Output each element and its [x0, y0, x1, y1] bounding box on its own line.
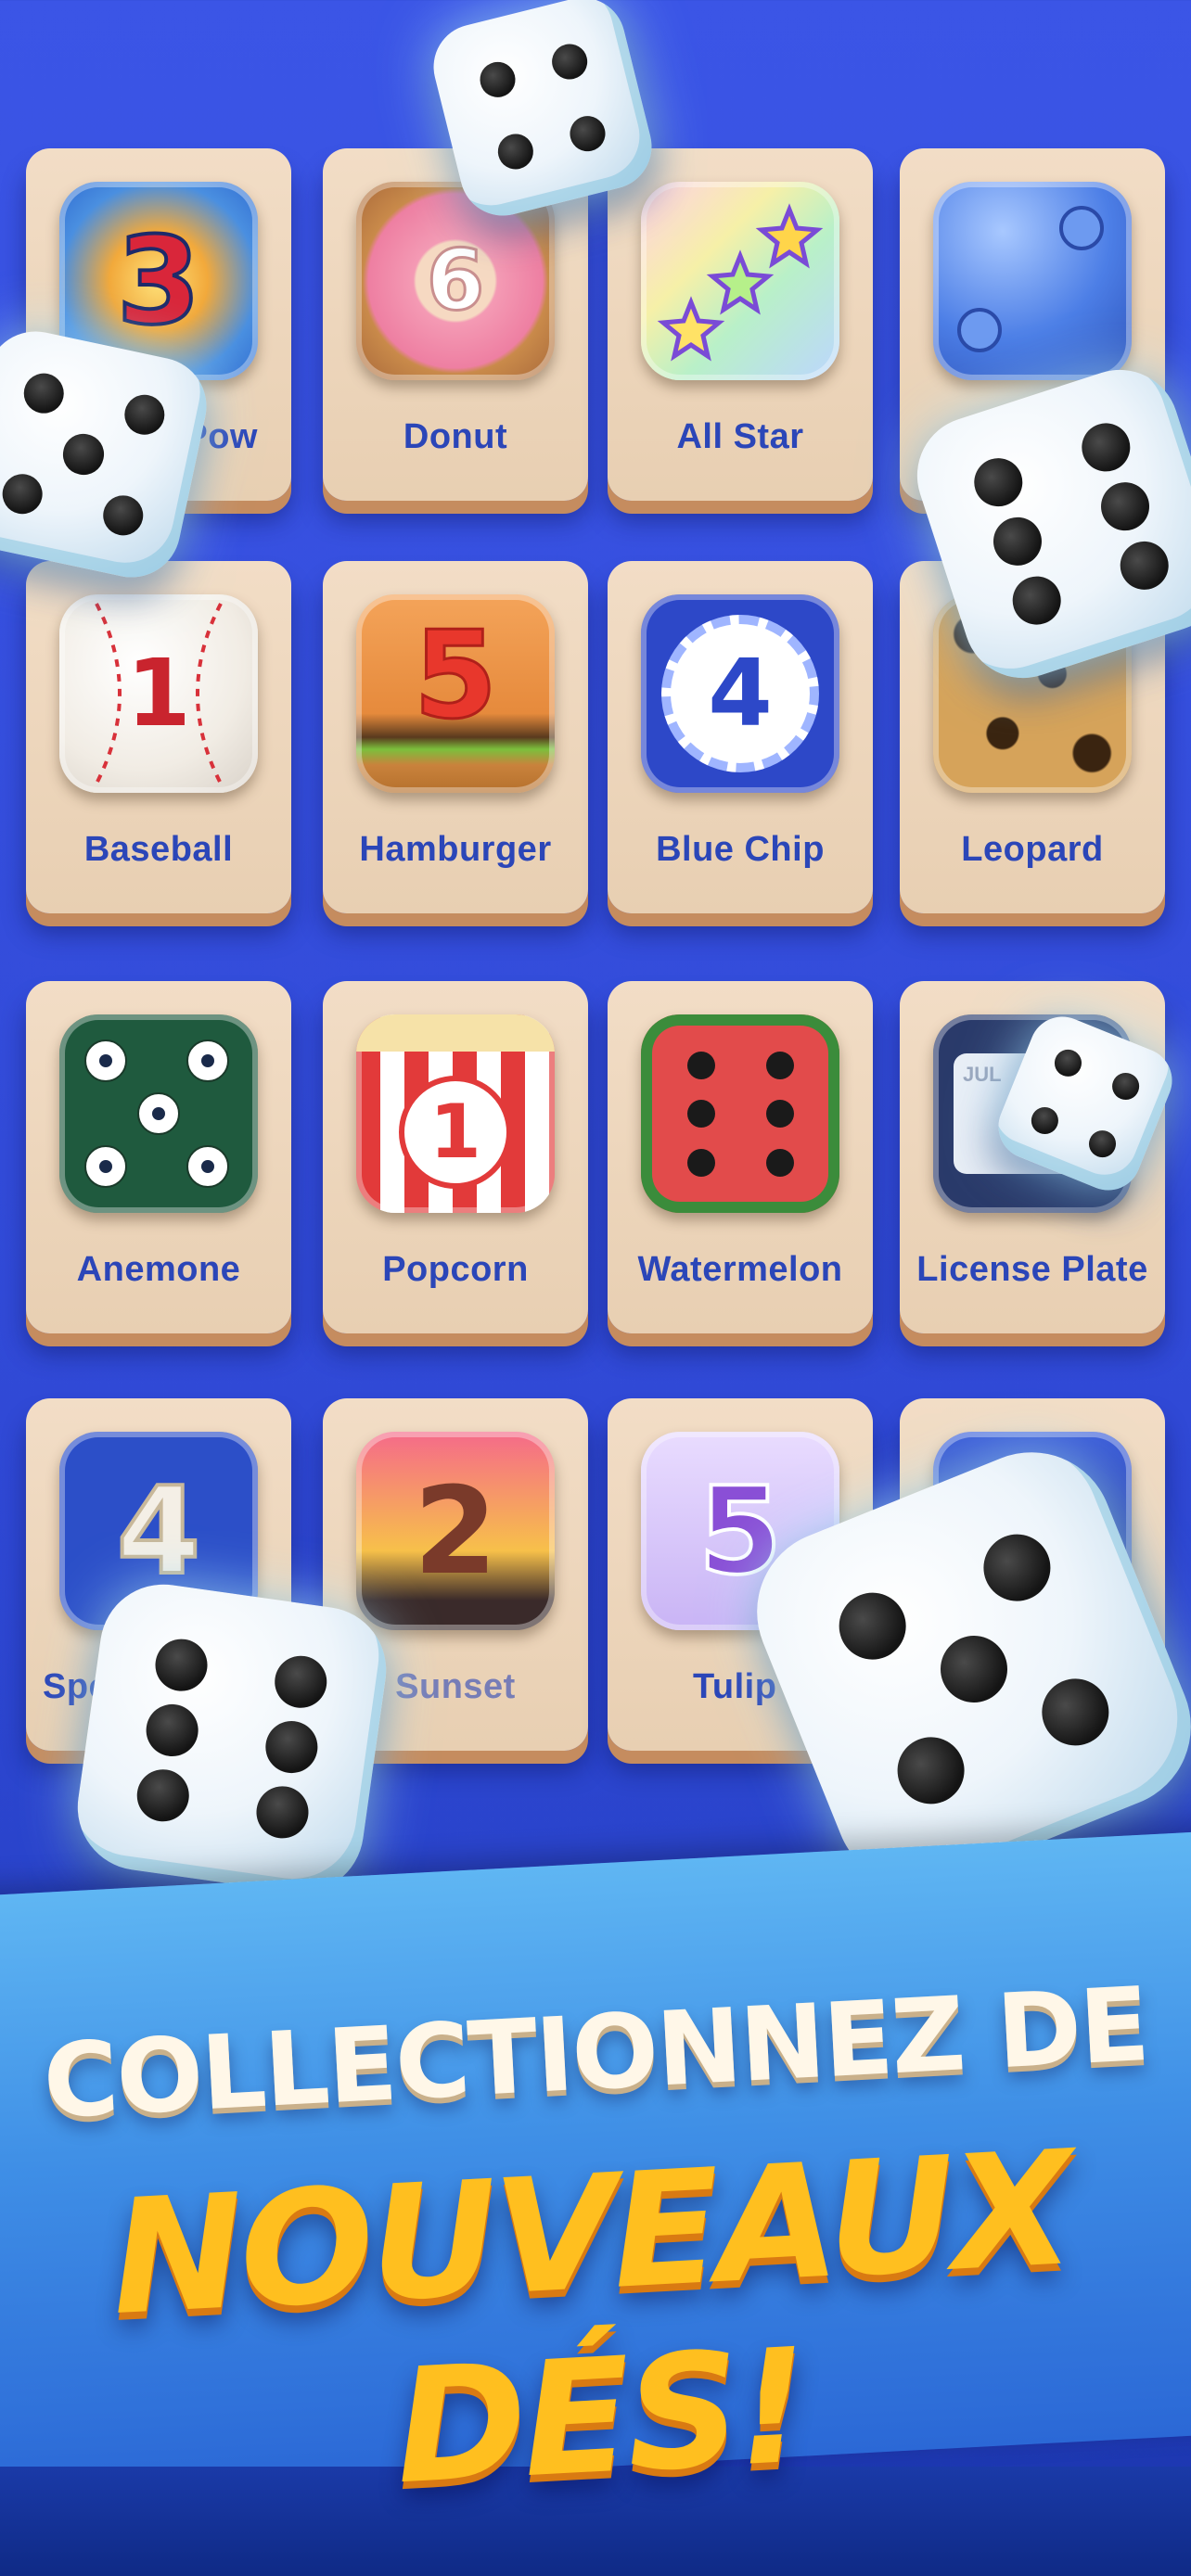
card-label: Leopard [961, 830, 1104, 869]
card-label: Watermelon [637, 1250, 843, 1289]
dice-card-blue-chip[interactable]: 4 Blue Chip [608, 561, 873, 913]
dice-card-popcorn[interactable]: 1 Popcorn [323, 981, 588, 1333]
die-pip [134, 1766, 193, 1826]
die-pip [98, 491, 147, 540]
die-pip [566, 112, 609, 155]
die-pip [1084, 1126, 1121, 1162]
sunset-icon: 2 [356, 1432, 555, 1630]
die-pip [271, 1651, 330, 1711]
dice-card-hamburger[interactable]: 5 Hamburger [323, 561, 588, 913]
die-pip [548, 40, 591, 83]
die-pip [59, 430, 108, 478]
dice-card-watermelon[interactable]: Watermelon [608, 981, 873, 1333]
die-pip [19, 369, 69, 418]
die-pip [1075, 416, 1137, 478]
die-pip [120, 390, 169, 440]
card-label: Donut [403, 417, 508, 456]
die-pip [1108, 1068, 1144, 1104]
headline-line-2: NOUVEAUX DÉS! [107, 2117, 1075, 2520]
die-pip [987, 510, 1048, 572]
floating-die-bottom-left [69, 1575, 395, 1902]
blue-glass-die-icon [933, 182, 1132, 380]
poker-chip-icon: 4 [641, 594, 839, 793]
die-pip [262, 1717, 321, 1777]
die-pip [143, 1701, 202, 1760]
dice-card-baseball[interactable]: 1 Baseball [26, 561, 291, 913]
die-pip [1113, 534, 1175, 596]
card-label: Baseball [83, 830, 234, 869]
die-pip [887, 1727, 975, 1815]
die-pip [253, 1783, 313, 1843]
die-pip [476, 58, 519, 101]
dice-card-all-star[interactable]: All Star [608, 148, 873, 501]
die-pip [1050, 1045, 1086, 1081]
die-pip [151, 1635, 211, 1694]
stars-icon [641, 182, 839, 380]
card-label: Blue Chip [656, 830, 825, 869]
die-pip [494, 130, 537, 173]
hamburger-icon: 5 [356, 594, 555, 793]
plate-text: JUL [963, 1063, 1002, 1086]
card-label: All Star [676, 417, 804, 456]
die-pip [930, 1626, 1018, 1713]
die-pip [1031, 1668, 1120, 1756]
die-pip [828, 1582, 916, 1670]
die-pip [0, 469, 47, 518]
watermelon-icon [641, 1014, 839, 1213]
die-pip [973, 1524, 1061, 1612]
star-pips [657, 203, 824, 362]
die-pip [1027, 1103, 1063, 1139]
card-label: Hamburger [359, 830, 552, 869]
die-pip [967, 452, 1030, 514]
popcorn-icon: 1 [356, 1014, 555, 1213]
dice-card-anemone[interactable]: Anemone [26, 981, 291, 1333]
anemone-flower-icon [59, 1014, 258, 1213]
baseball-icon: 1 [59, 594, 258, 793]
die-pip [1005, 569, 1068, 631]
card-label: Anemone [76, 1250, 241, 1289]
card-label: License Plate [916, 1250, 1148, 1289]
card-label: Popcorn [382, 1250, 529, 1289]
die-pip [1095, 476, 1156, 538]
donut-icon: 6 [356, 182, 555, 380]
